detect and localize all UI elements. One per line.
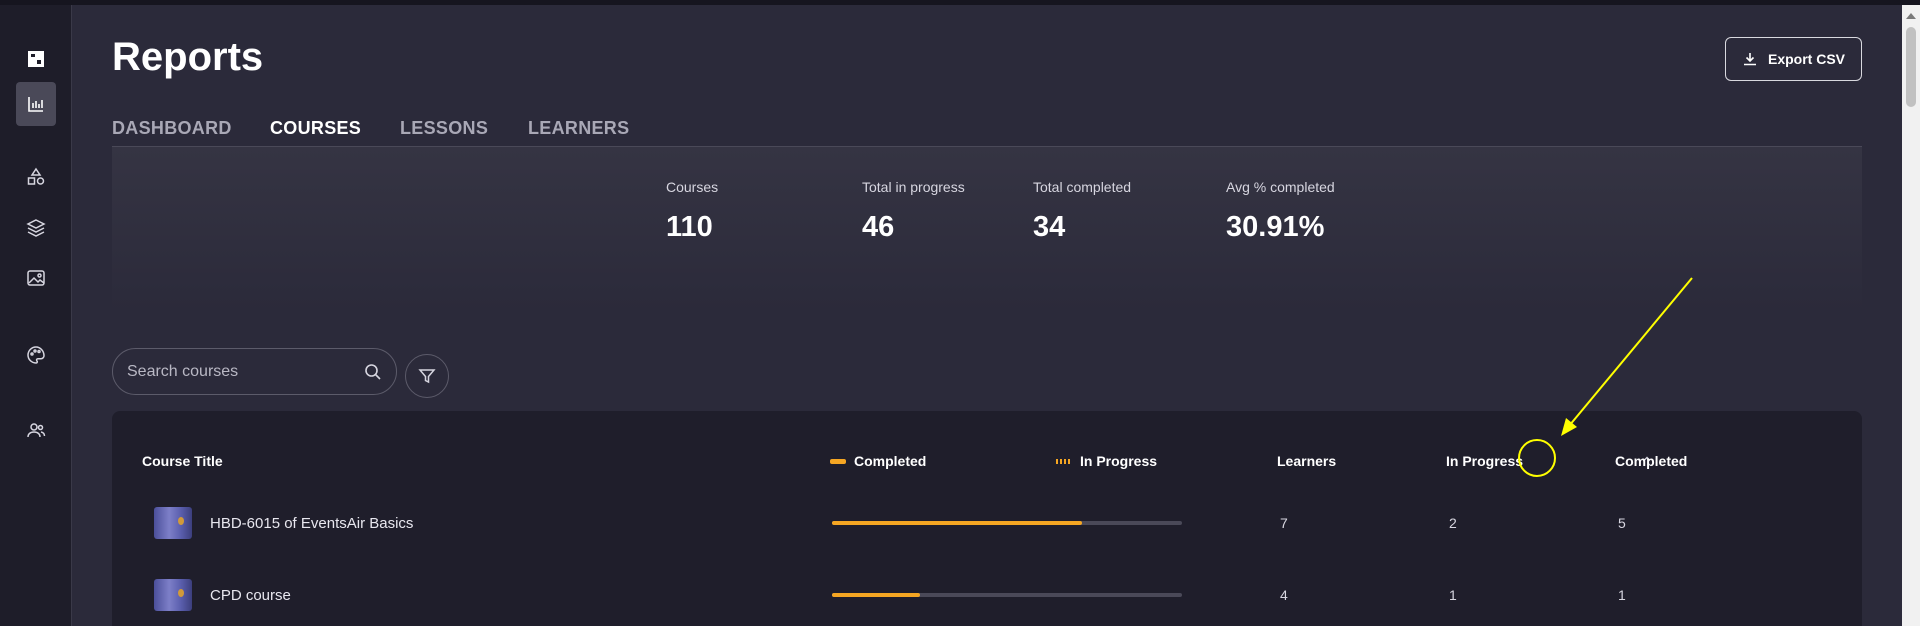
stat-label: Courses xyxy=(666,179,719,195)
legend-completed: Completed xyxy=(830,453,926,469)
stat-value: 46 xyxy=(862,211,895,243)
stats-summary: Courses 110 Total in progress 46 Total c… xyxy=(112,147,1862,312)
stat-courses: Courses 110 xyxy=(666,179,718,244)
column-learners[interactable]: Learners xyxy=(1277,453,1336,469)
dashboard-icon[interactable] xyxy=(16,37,56,81)
search-input[interactable]: Search courses xyxy=(112,348,397,395)
scroll-up-arrow-icon[interactable] xyxy=(1906,13,1916,19)
download-icon xyxy=(1743,53,1756,66)
stat-avg-completed: Avg % completed 30.91% xyxy=(1226,179,1335,244)
courses-table: Course Title Completed In Progress Learn… xyxy=(112,411,1862,626)
export-csv-button[interactable]: Export CSV xyxy=(1725,37,1862,81)
image-icon[interactable] xyxy=(16,256,56,300)
column-course-title[interactable]: Course Title xyxy=(142,453,223,469)
legend-in-progress: In Progress xyxy=(1056,453,1157,469)
search-placeholder: Search courses xyxy=(127,362,239,380)
stat-total-completed: Total completed 34 xyxy=(1033,179,1131,244)
in-progress-count: 1 xyxy=(1449,587,1457,603)
completed-count: 5 xyxy=(1618,515,1626,531)
column-header-label: Learners xyxy=(1277,453,1337,469)
completion-bar xyxy=(832,593,1182,597)
reports-chart-icon[interactable] xyxy=(16,82,56,126)
tab-dashboard[interactable]: DASHBOARD xyxy=(112,118,232,139)
legend-in-progress-swatch xyxy=(1056,458,1072,464)
completion-fill xyxy=(832,593,920,597)
column-in-progress[interactable]: In Progress xyxy=(1446,453,1523,469)
export-csv-label: Export CSV xyxy=(1767,51,1845,67)
users-icon[interactable] xyxy=(16,408,56,452)
legend-completed-swatch xyxy=(830,458,846,464)
stat-label: Avg % completed xyxy=(1226,179,1335,195)
course-thumbnail xyxy=(154,507,192,539)
table-row[interactable]: CPD course 4 1 1 xyxy=(112,571,1862,626)
page-scrollbar[interactable] xyxy=(1902,5,1920,626)
shapes-icon[interactable] xyxy=(16,155,56,199)
course-title[interactable]: HBD-6015 of EventsAir Basics xyxy=(210,515,413,532)
stat-label: Total completed xyxy=(1033,179,1132,195)
tab-learners[interactable]: LEARNERS xyxy=(528,118,629,139)
course-title[interactable]: CPD course xyxy=(210,587,291,604)
completion-fill xyxy=(832,521,1082,525)
stat-value: 110 xyxy=(666,211,713,243)
legend-label: Completed xyxy=(854,453,927,469)
column-header-label: In Progress xyxy=(1446,453,1524,469)
layers-icon[interactable] xyxy=(16,206,56,250)
table-row[interactable]: HBD-6015 of EventsAir Basics 7 2 5 xyxy=(112,499,1862,559)
sidebar xyxy=(0,5,72,626)
stat-label: Total in progress xyxy=(862,179,965,195)
course-thumbnail xyxy=(154,579,192,611)
main-content: Reports Export CSV DASHBOARD COURSES LES… xyxy=(72,5,1902,626)
learners-count: 7 xyxy=(1280,515,1288,531)
completion-bar xyxy=(832,521,1182,525)
scrollbar-thumb[interactable] xyxy=(1906,27,1916,107)
column-header-label: Course Title xyxy=(142,453,223,469)
tab-courses[interactable]: COURSES xyxy=(270,118,362,151)
palette-icon[interactable] xyxy=(16,333,56,377)
stat-value: 30.91% xyxy=(1226,211,1325,243)
completed-count: 1 xyxy=(1618,587,1626,603)
in-progress-count: 2 xyxy=(1449,515,1457,531)
filter-button[interactable] xyxy=(405,354,449,398)
tab-lessons[interactable]: LESSONS xyxy=(400,118,488,139)
stat-total-in-progress: Total in progress 46 xyxy=(862,179,965,244)
search-icon xyxy=(365,363,381,380)
legend-label: In Progress xyxy=(1080,453,1158,469)
filter-icon xyxy=(418,369,436,384)
page-title: Reports xyxy=(112,35,264,79)
column-header-label: Completed xyxy=(1615,453,1688,469)
learners-count: 4 xyxy=(1280,587,1288,603)
column-completed[interactable]: Completed xyxy=(1615,453,1687,469)
report-tabs: DASHBOARD COURSES LESSONS LEARNERS xyxy=(112,113,1862,151)
stat-value: 34 xyxy=(1033,211,1066,243)
